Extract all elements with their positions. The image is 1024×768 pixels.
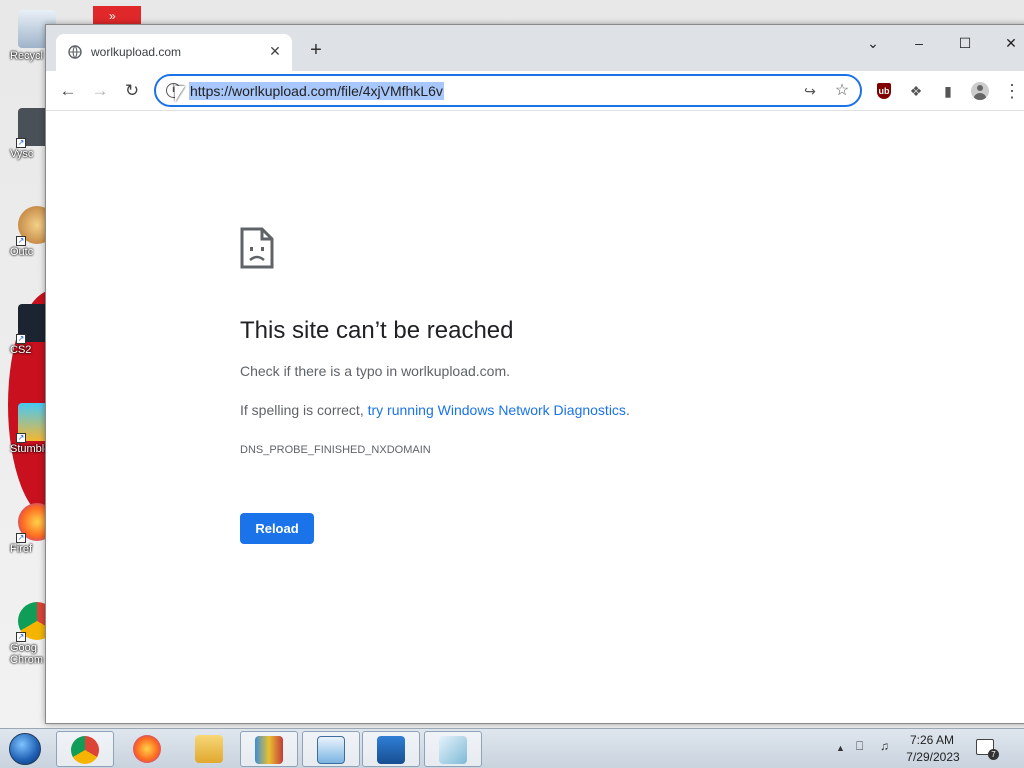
tab-search-chevron-icon[interactable]: ⌄ — [850, 29, 896, 57]
error-code: DNS_PROBE_FINISHED_NXDOMAIN — [240, 444, 431, 456]
shortcut-arrow-icon: ↗ — [16, 533, 26, 543]
photos-icon — [377, 736, 405, 764]
notepad-icon — [439, 736, 467, 764]
forward-button[interactable]: → — [86, 77, 114, 105]
reload-button[interactable]: Reload — [240, 513, 314, 544]
taskbar-photos[interactable] — [362, 731, 420, 767]
mouse-cursor-icon — [175, 86, 185, 102]
url-text[interactable]: https://worlkupload.com/file/4xjVMfhkL6v — [189, 82, 444, 100]
network-icon[interactable]: ⎕ — [856, 739, 863, 754]
error-page: This site can’t be reached Check if ther… — [46, 111, 1024, 723]
volume-icon[interactable]: ♫ — [880, 739, 889, 753]
app-tile-glyph: » — [109, 9, 116, 23]
new-tab-button[interactable]: + — [304, 39, 328, 63]
windows-orb-icon — [9, 733, 41, 765]
error-title: This site can’t be reached — [240, 317, 514, 344]
profile-avatar-icon — [971, 82, 989, 100]
browser-toolbar: ← → ↻ i https://worlkupload.com/file/4xj… — [46, 71, 1024, 111]
side-panel-icon[interactable]: ▮ — [936, 79, 960, 103]
tab-close-icon[interactable]: ✕ — [266, 42, 284, 60]
action-center-icon[interactable]: 7 — [976, 739, 999, 760]
ublock-origin-button[interactable]: ub — [872, 79, 896, 103]
back-button[interactable]: ← — [54, 77, 82, 105]
shortcut-arrow-icon: ↗ — [16, 138, 26, 148]
taskbar-notepad[interactable] — [424, 731, 482, 767]
shortcut-arrow-icon: ↗ — [16, 236, 26, 246]
clock-time[interactable]: 7:26 AM — [906, 733, 958, 747]
spell-suffix: . — [625, 402, 630, 418]
taskbar-firefox[interactable] — [118, 731, 176, 767]
taskbar: ▲ ⎕ ♫ 7:26 AM 7/29/2023 7 — [0, 728, 1024, 768]
profile-button[interactable] — [968, 79, 992, 103]
globe-icon — [68, 45, 82, 59]
bookmark-star-icon[interactable]: ☆ — [832, 81, 852, 101]
error-spelling-suggestion: If spelling is correct, try running Wind… — [240, 402, 630, 418]
chrome-window: worlkupload.com ✕ + ⌄ – ☐ ✕ ← → ↻ i http… — [45, 24, 1024, 724]
start-button[interactable] — [4, 731, 46, 767]
taskbar-control-panel[interactable] — [302, 731, 360, 767]
tab-worlkupload[interactable]: worlkupload.com ✕ — [56, 34, 292, 71]
spell-prefix: If spelling is correct, — [240, 402, 368, 418]
folder-icon — [195, 735, 223, 763]
chrome-menu-icon[interactable]: ⋮ — [1000, 79, 1024, 103]
taskbar-chrome[interactable] — [56, 731, 114, 767]
control-panel-icon — [317, 736, 345, 764]
chrome-icon — [71, 736, 99, 764]
title-bar: worlkupload.com ✕ + ⌄ – ☐ ✕ — [46, 25, 1024, 71]
ublock-shield-icon: ub — [877, 83, 891, 99]
shortcut-arrow-icon: ↗ — [16, 334, 26, 344]
address-bar[interactable]: i https://worlkupload.com/file/4xjVMfhkL… — [154, 74, 862, 107]
close-window-button[interactable]: ✕ — [988, 29, 1024, 57]
notification-count-badge: 7 — [988, 749, 999, 760]
maximize-button[interactable]: ☐ — [942, 29, 988, 57]
clock-date[interactable]: 7/29/2023 — [904, 750, 962, 764]
extensions-puzzle-icon[interactable]: ❖ — [904, 79, 928, 103]
error-hint: Check if there is a typo in worlkupload.… — [240, 363, 511, 379]
network-diagnostics-link[interactable]: try running Windows Network Diagnostics — [368, 402, 626, 418]
taskbar-winrar[interactable] — [240, 731, 298, 767]
sad-document-icon — [240, 227, 274, 269]
share-icon[interactable]: ↪ — [800, 81, 820, 101]
shortcut-arrow-icon: ↗ — [16, 632, 26, 642]
taskbar-file-explorer[interactable] — [180, 731, 238, 767]
shortcut-arrow-icon: ↗ — [16, 433, 26, 443]
minimize-button[interactable]: – — [896, 29, 942, 57]
reload-icon-button[interactable]: ↻ — [118, 77, 146, 105]
show-hidden-icons-button[interactable]: ▲ — [836, 743, 845, 753]
archive-app-icon — [255, 736, 283, 764]
firefox-icon — [133, 735, 161, 763]
tab-title: worlkupload.com — [91, 45, 182, 59]
desktop-icon-label: Goog Chrom — [10, 642, 44, 666]
